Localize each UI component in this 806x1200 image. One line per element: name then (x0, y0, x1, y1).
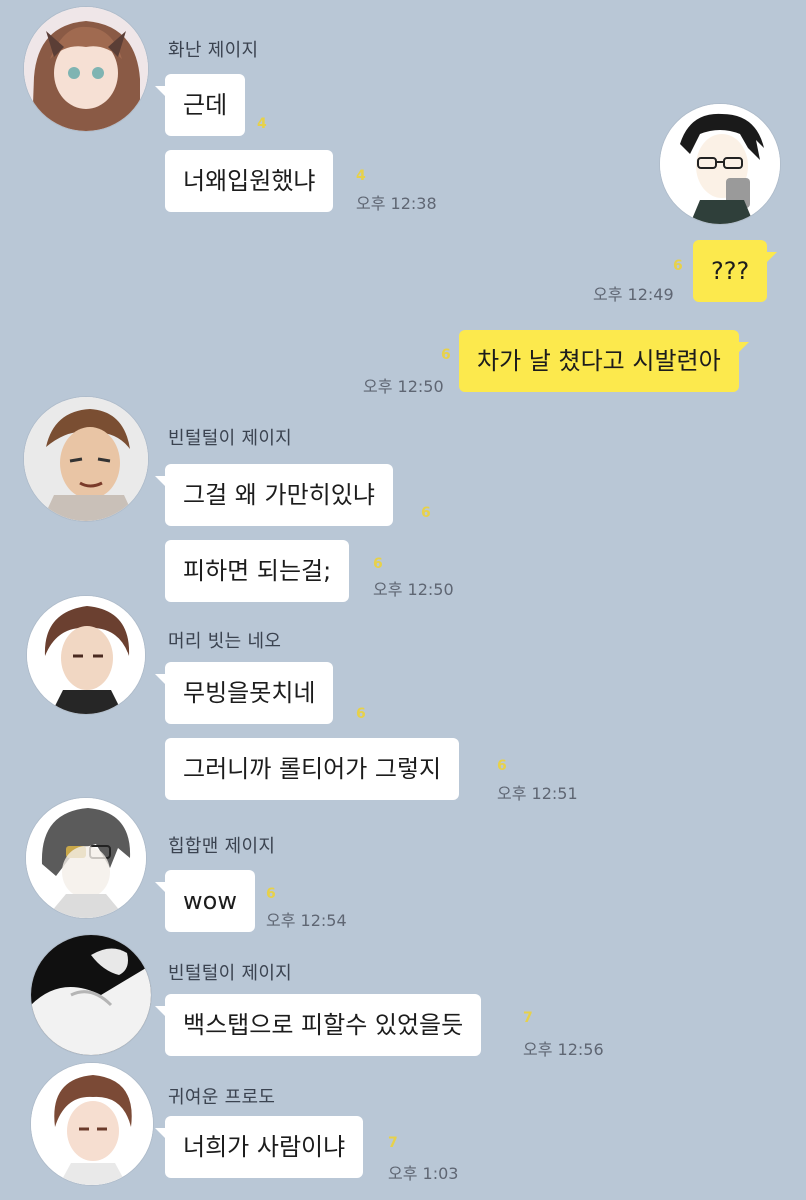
unread-count: 6 (497, 758, 507, 774)
unread-count: 6 (373, 556, 383, 572)
avatar-image (24, 7, 148, 131)
message-time: 오후 12:38 (356, 194, 437, 213)
message-time: 오후 12:51 (497, 784, 578, 803)
message-bubble[interactable]: 피하면 되는걸; (165, 540, 350, 602)
message-time: 오후 12:50 (373, 580, 454, 599)
message-time: 오후 12:49 (593, 285, 674, 304)
avatar-image (26, 798, 146, 918)
avatar-neo[interactable] (27, 596, 145, 714)
unread-count: 7 (523, 1010, 533, 1026)
unread-count: 6 (421, 505, 431, 521)
avatar-broke-jz-2[interactable] (31, 935, 151, 1055)
message-time: 오후 12:54 (266, 911, 347, 930)
sender-name: 빈털털이 제이지 (168, 428, 293, 449)
chat-room[interactable]: 화난 제이지 근데 4 너왜입원했냐 4 오후 12:38 6 오후 12:49… (0, 0, 806, 1200)
unread-count: 6 (673, 258, 683, 274)
message-bubble[interactable]: 무빙을못치네 (154, 662, 334, 724)
unread-count: 6 (441, 347, 451, 363)
avatar-angry-jz[interactable] (24, 7, 148, 131)
message-bubble[interactable]: 차가 날 쳤다고 시발련아 (459, 330, 749, 392)
avatar-image (31, 935, 151, 1055)
avatar-hiphop-jz[interactable] (26, 798, 146, 918)
message-bubble[interactable]: 근데 (154, 74, 246, 136)
sender-name: 귀여운 프로도 (168, 1087, 276, 1108)
avatar-cute-frodo[interactable] (31, 1063, 153, 1185)
message-time: 오후 1:03 (388, 1164, 459, 1183)
message-bubble[interactable]: 그러니까 롤티어가 그렇지 (165, 738, 460, 800)
avatar-image (660, 104, 780, 224)
sender-name: 머리 빗는 네오 (168, 631, 282, 652)
message-bubble[interactable]: 그걸 왜 가만히있냐 (155, 464, 393, 526)
unread-count: 7 (388, 1135, 398, 1151)
unread-count: 4 (257, 116, 267, 132)
sender-name: 빈털털이 제이지 (168, 963, 293, 984)
avatar-image (31, 1063, 153, 1185)
message-time: 오후 12:56 (523, 1040, 604, 1059)
unread-count: 6 (266, 886, 276, 902)
message-time: 오후 12:50 (363, 377, 444, 396)
message-bubble[interactable]: ??? (693, 240, 778, 302)
avatar-image (24, 397, 148, 521)
sender-name: 화난 제이지 (168, 40, 259, 61)
message-bubble[interactable]: wow (155, 870, 255, 932)
sender-name: 힙합맨 제이지 (168, 836, 276, 857)
avatar-image (27, 596, 145, 714)
message-bubble[interactable]: 백스탭으로 피할수 있었을듯 (154, 994, 482, 1056)
message-bubble[interactable]: 너왜입원했냐 (165, 150, 334, 212)
my-avatar[interactable] (660, 104, 780, 224)
avatar-broke-jz[interactable] (24, 397, 148, 521)
unread-count: 4 (356, 168, 366, 184)
unread-count: 6 (356, 706, 366, 722)
message-bubble[interactable]: 너희가 사람이냐 (154, 1116, 364, 1178)
